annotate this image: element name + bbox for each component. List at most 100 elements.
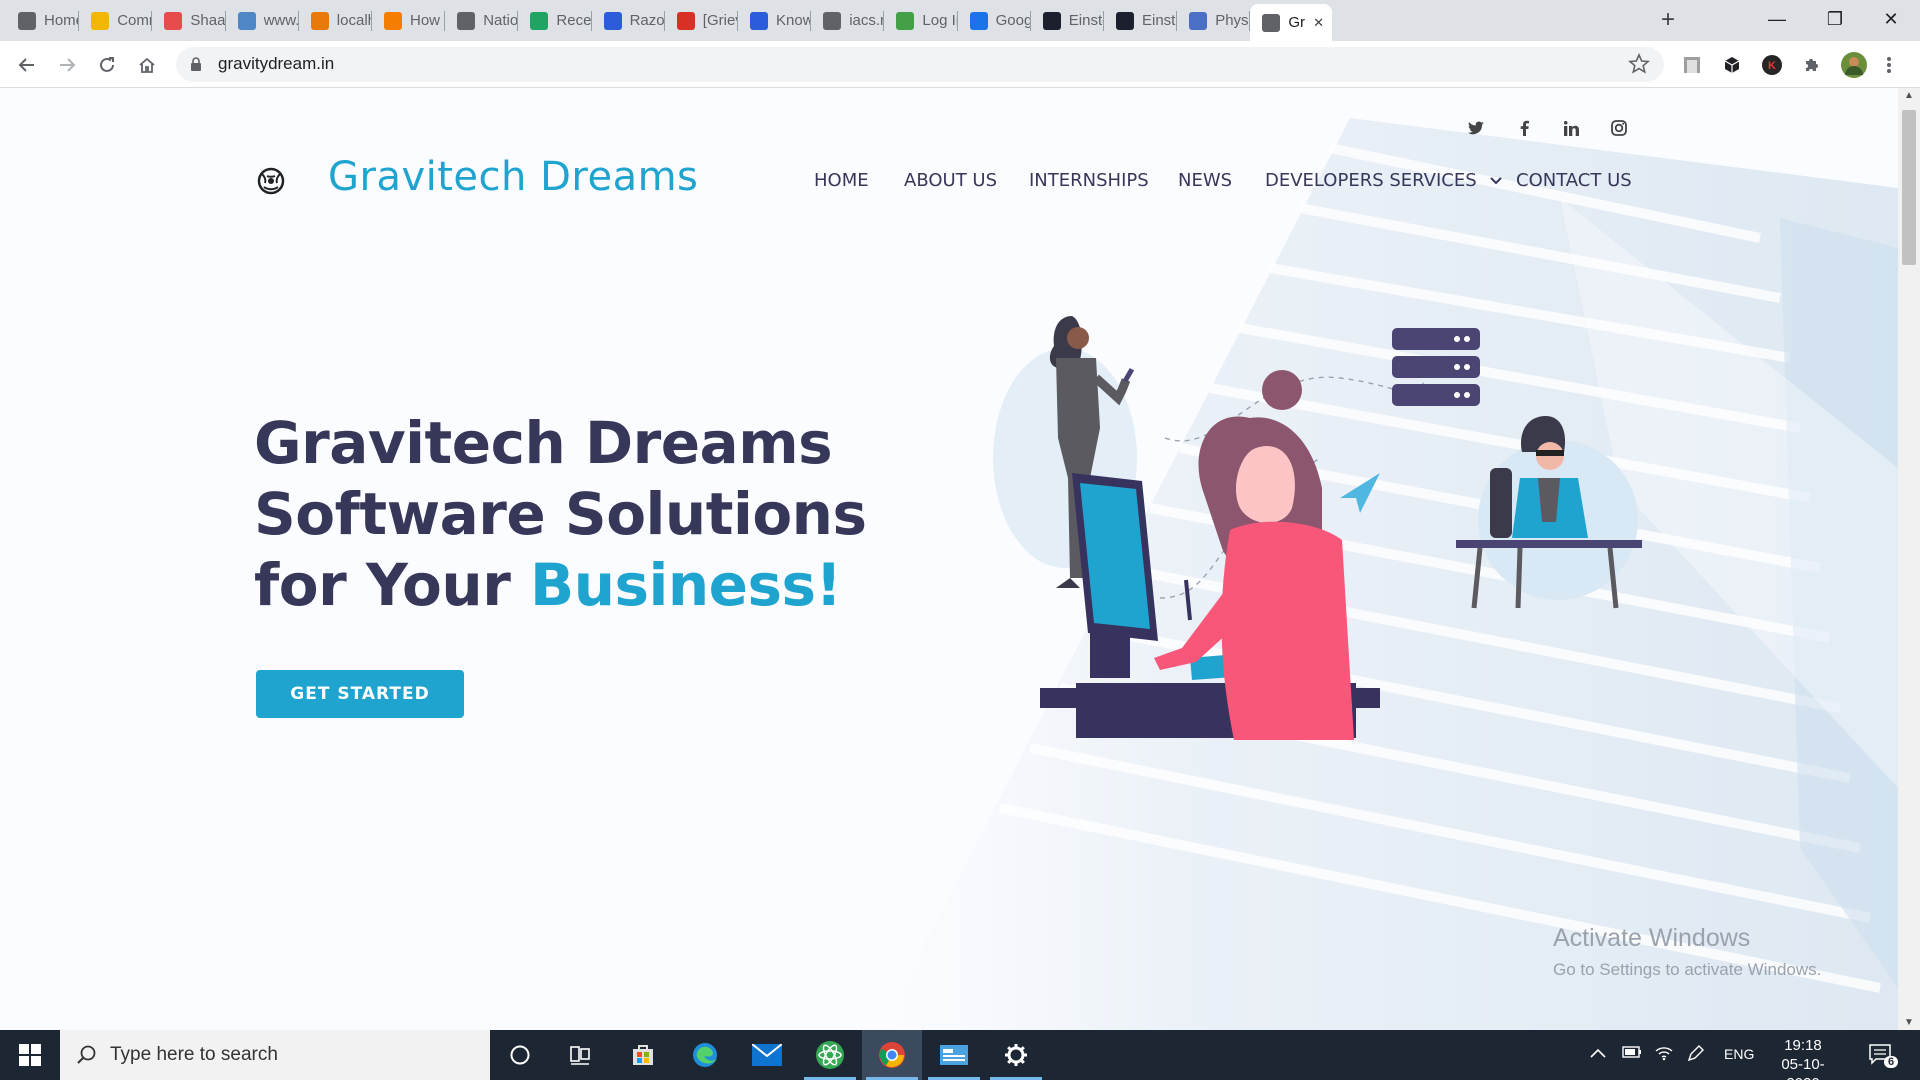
browser-tab-label: Natior (483, 12, 519, 29)
settings-button[interactable] (986, 1030, 1046, 1080)
battery-indicator[interactable] (1622, 1045, 1642, 1062)
extensions-button[interactable] (1800, 53, 1824, 77)
nav-news[interactable]: NEWS (1178, 170, 1232, 191)
browser-tab[interactable]: Shaad (152, 0, 226, 41)
pen-workspace-button[interactable] (1686, 1045, 1704, 1066)
browser-tab-bar: Home Comm Shaad www.p localh How t Natior Recen… (0, 0, 1920, 41)
chevron-up-icon (1590, 1048, 1606, 1058)
close-window-button[interactable]: ✕ (1862, 0, 1920, 41)
nav-internships[interactable]: INTERNSHIPS (1029, 170, 1149, 191)
start-button[interactable] (0, 1030, 60, 1080)
instagram-link[interactable] (1608, 117, 1630, 139)
browser-tab-label: localh (336, 12, 372, 29)
google-classroom-icon (969, 11, 988, 30)
extension-button-1[interactable] (1680, 53, 1704, 77)
hero-line-3-prefix: for Your (254, 551, 530, 619)
facebook-link[interactable] (1513, 117, 1535, 139)
taskbar-search-box[interactable]: Type here to search (60, 1030, 490, 1080)
nav-developers-services[interactable]: DEVELOPERS SERVICES (1265, 170, 1503, 191)
browser-tab[interactable]: Recen (518, 0, 592, 41)
browser-tab[interactable]: localh (299, 0, 372, 41)
browser-tab-label: Home (44, 12, 79, 29)
task-view-button[interactable] (550, 1030, 610, 1080)
get-started-button[interactable]: GET STARTED (256, 670, 464, 718)
profile-avatar[interactable] (1840, 51, 1868, 79)
browser-tab-label: Comm (117, 12, 152, 29)
bookmark-star-icon[interactable] (1628, 53, 1650, 75)
address-bar[interactable]: gravitydream.in (176, 47, 1664, 82)
control-panel-button[interactable] (924, 1030, 984, 1080)
page-scrollbar[interactable]: ▲ ▼ (1898, 88, 1920, 1030)
browser-tab-label: Recen (556, 12, 592, 29)
browser-tab[interactable]: www.p (226, 0, 299, 41)
cortana-button[interactable] (490, 1030, 550, 1080)
clock[interactable]: 19:18 05-10-2020 (1766, 1036, 1840, 1080)
scroll-down-arrow-icon[interactable]: ▼ (1904, 1017, 1914, 1028)
windows-taskbar: Type here to search ENG 19:18 05-10- 6 (0, 1030, 1920, 1080)
browser-tab[interactable]: Physic (1177, 0, 1250, 41)
nav-developers-services-label: DEVELOPERS SERVICES (1265, 170, 1477, 191)
restore-button[interactable]: ❐ (1806, 0, 1864, 41)
reload-button[interactable] (93, 51, 121, 79)
show-hidden-icons-button[interactable] (1590, 1045, 1606, 1061)
brand-name-link[interactable]: Gravitech Dreams (328, 154, 698, 200)
scrollbar-thumb[interactable] (1902, 110, 1916, 265)
browser-tab[interactable]: Knowl (738, 0, 811, 41)
browser-tab[interactable]: Einste (1031, 0, 1104, 41)
kebab-menu-icon (1887, 57, 1891, 73)
extension-button-3[interactable]: K (1760, 53, 1784, 77)
tally-icon (91, 11, 110, 30)
login-icon (896, 11, 915, 30)
nav-contact-us[interactable]: CONTACT US (1516, 170, 1632, 191)
linkedin-link[interactable] (1560, 117, 1582, 139)
back-button[interactable] (13, 51, 41, 79)
activate-windows-title: Activate Windows (1553, 924, 1751, 952)
nav-home[interactable]: HOME (814, 170, 869, 191)
mail-button[interactable] (737, 1030, 797, 1080)
close-tab-icon[interactable]: ✕ (1313, 15, 1324, 31)
gravitech-logo-icon[interactable] (254, 164, 288, 198)
gmail-icon (676, 11, 695, 30)
browser-tab[interactable]: Log In (884, 0, 958, 41)
twitter-link[interactable] (1465, 117, 1487, 139)
browser-tab[interactable]: Gr ✕ (1250, 4, 1333, 41)
chrome-menu-button[interactable] (1882, 53, 1896, 77)
browser-tab[interactable]: [Griev (665, 0, 738, 41)
browser-tab[interactable]: Googl (958, 0, 1031, 41)
razorpay-icon (750, 11, 768, 30)
browser-tab-label: Knowl (776, 12, 812, 29)
browser-tab[interactable]: How t (372, 0, 445, 41)
clock-date: 05-10-2020 (1781, 1056, 1825, 1080)
edge-button[interactable] (675, 1030, 735, 1080)
browser-tab[interactable]: iacs.re (811, 0, 884, 41)
forward-button[interactable] (53, 51, 81, 79)
home-icon (139, 57, 155, 73)
wifi-indicator[interactable] (1654, 1045, 1674, 1064)
home-button[interactable] (133, 51, 161, 79)
browser-tab[interactable]: Comm (79, 0, 152, 41)
browser-tab[interactable]: Natior (445, 0, 518, 41)
chrome-button[interactable] (862, 1030, 922, 1080)
browser-tab-label: Log In (922, 12, 957, 29)
language-indicator[interactable]: ENG (1724, 1046, 1754, 1062)
hero-heading: Gravitech Dreams Software Solutions for … (254, 408, 894, 621)
browser-tab-label: Einste (1068, 12, 1104, 29)
notification-center-button[interactable]: 6 (1868, 1042, 1899, 1069)
gravitech-icon (1262, 13, 1281, 32)
microsoft-store-button[interactable] (613, 1030, 673, 1080)
ie-icon (1116, 11, 1134, 30)
browser-tab[interactable]: Einste (1104, 0, 1177, 41)
scroll-up-arrow-icon[interactable]: ▲ (1904, 90, 1914, 101)
browser-tab[interactable]: Home (6, 0, 79, 41)
new-tab-button[interactable]: + (1652, 6, 1684, 36)
minimize-button[interactable]: — (1748, 0, 1806, 41)
browser-tab[interactable]: Razor (592, 0, 665, 41)
browser-tab-label: Gr (1288, 14, 1306, 31)
linkedin-icon (1563, 120, 1579, 136)
atom-app-button[interactable] (800, 1030, 860, 1080)
arrow-left-icon (18, 58, 34, 72)
nav-about-us[interactable]: ABOUT US (904, 170, 997, 191)
extension-button-2[interactable] (1720, 53, 1744, 77)
google-drive-icon (530, 11, 549, 30)
reload-icon (100, 57, 114, 72)
